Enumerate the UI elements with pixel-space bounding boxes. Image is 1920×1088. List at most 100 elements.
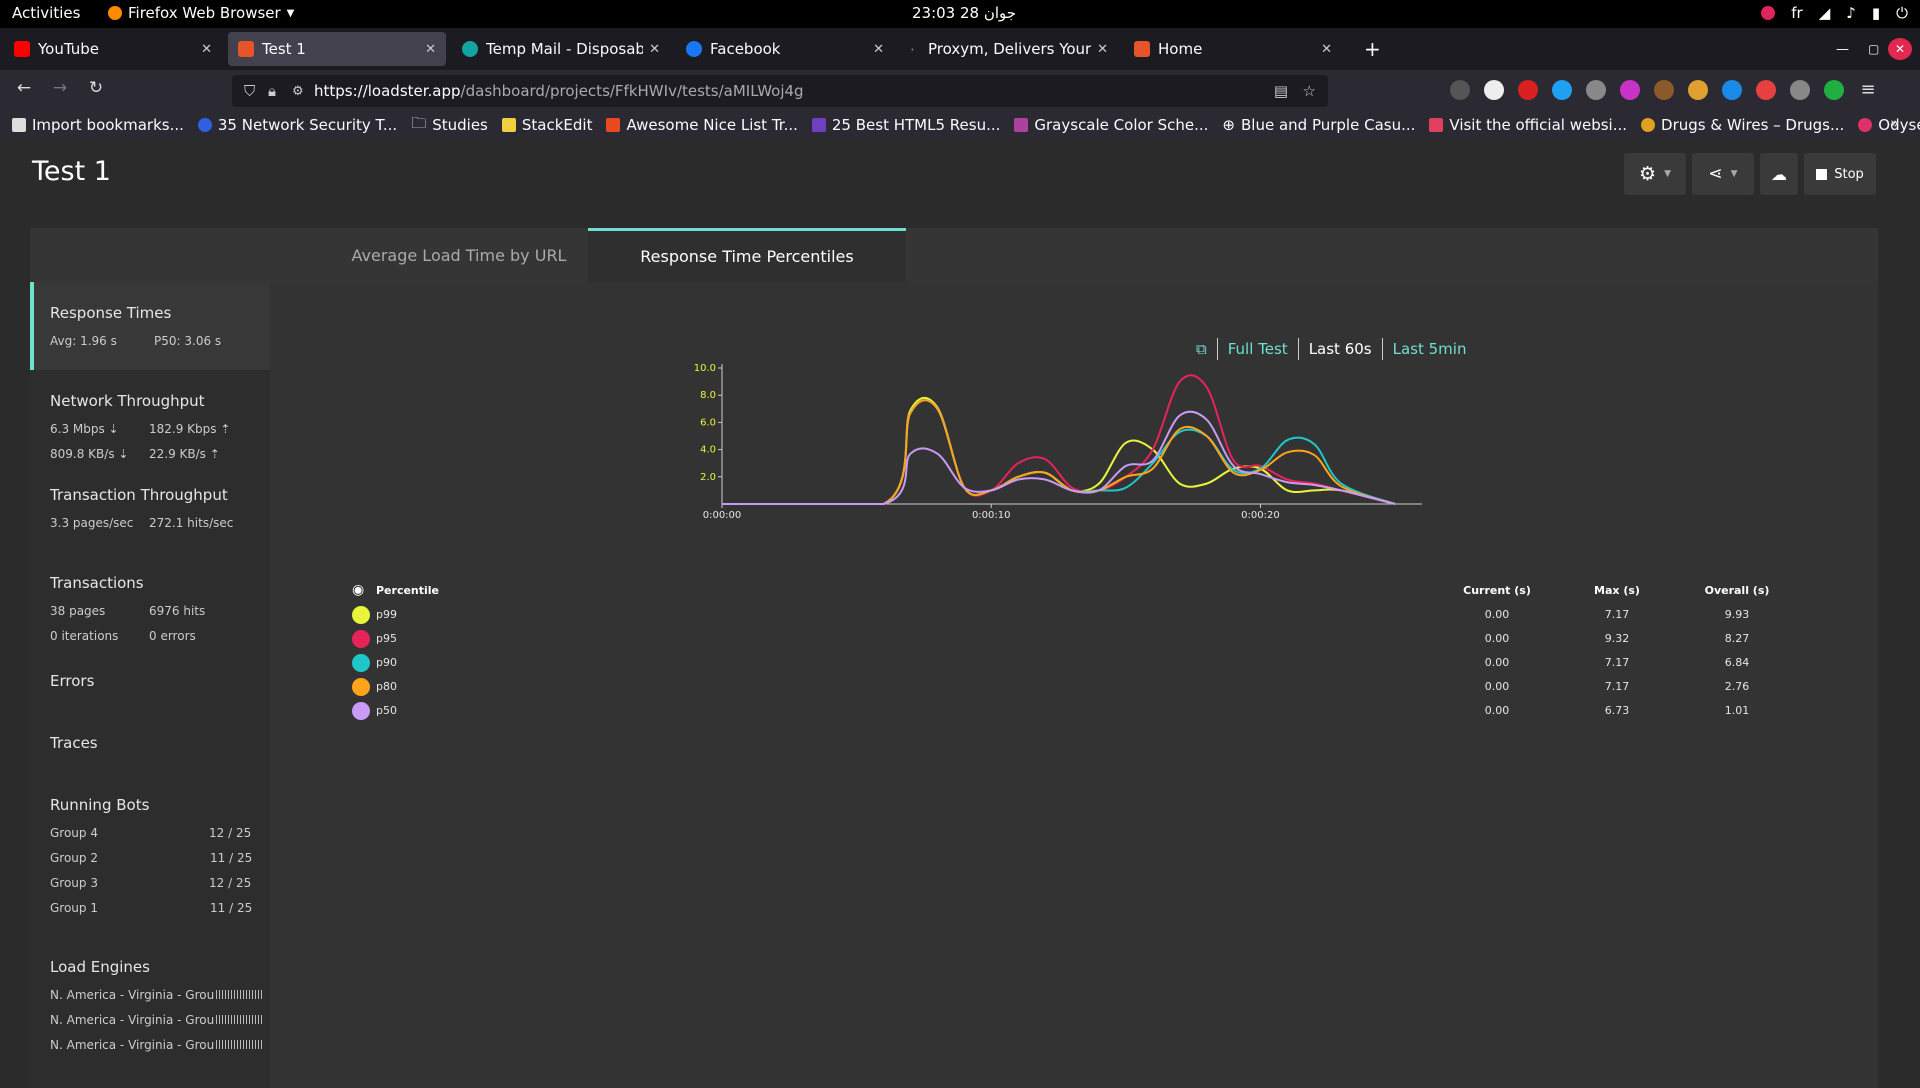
range-full-test[interactable]: Full Test [1228, 340, 1288, 358]
tab-youtube[interactable]: YouTube ✕ [4, 32, 222, 66]
series-color-dot[interactable] [352, 678, 370, 696]
tab-test-1[interactable]: Test 1 ✕ [228, 32, 446, 66]
activities-button[interactable]: Activities [12, 4, 80, 22]
close-icon[interactable]: ✕ [201, 42, 212, 57]
close-icon[interactable]: ✕ [873, 42, 884, 57]
tab-proxym[interactable]: · Proxym, Delivers Your Di ✕ [900, 32, 1118, 66]
bookmark-item[interactable]: Grayscale Color Sche... [1014, 116, 1208, 134]
legend-row-p90[interactable]: p90 0.00 7.17 6.84 [352, 654, 1749, 674]
bookmark-item[interactable]: Drugs & Wires – Drugs... [1641, 116, 1844, 134]
series-color-dot[interactable] [352, 702, 370, 720]
close-icon[interactable]: ✕ [425, 42, 436, 57]
tab-facebook[interactable]: Facebook ✕ [676, 32, 894, 66]
bookmark-item[interactable]: 35 Network Security T... [197, 116, 397, 134]
max-value: 9.32 [1604, 632, 1630, 645]
lang-indicator[interactable]: fr [1791, 4, 1802, 22]
extension-green-icon[interactable] [1824, 80, 1844, 100]
bookmark-item[interactable]: Visit the official websi... [1429, 116, 1627, 134]
sidebar-transactions[interactable]: Transactions 38 pages 6976 hits 0 iterat… [30, 552, 270, 648]
clock[interactable]: 23:03 28 جوان [912, 4, 1016, 22]
max-header: Max (s) [1594, 584, 1640, 597]
bookmark-item[interactable]: 25 Best HTML5 Resu... [811, 116, 1000, 134]
window-close-button[interactable]: ✕ [1888, 38, 1912, 60]
url-bar[interactable]: ⛉ 🔒︎ ⚙ https://loadster.app/dashboard/pr… [232, 75, 1328, 107]
eye-icon[interactable]: ◉ [352, 582, 364, 598]
stats-sidebar: Response Times Avg: 1.96 s P50: 3.06 s N… [30, 282, 270, 1088]
tab-average-load-time[interactable]: Average Load Time by URL [326, 228, 592, 282]
series-color-dot[interactable] [352, 606, 370, 624]
extension-gear-icon[interactable] [1790, 80, 1810, 100]
extension-react-icon[interactable] [1586, 80, 1606, 100]
maximize-button[interactable]: ▢ [1858, 32, 1879, 66]
bookmark-item[interactable]: Import bookmarks... [12, 116, 184, 134]
sidebar-transaction-throughput[interactable]: Transaction Throughput 3.3 pages/sec 272… [30, 466, 270, 546]
legend-row-p99[interactable]: p99 0.00 7.17 9.93 [352, 606, 1749, 626]
extension-cross-icon[interactable] [1756, 80, 1776, 100]
forward-button[interactable]: → [46, 78, 74, 104]
extension-c-icon[interactable] [1722, 80, 1742, 100]
tab-response-percentiles[interactable]: Response Time Percentiles [588, 228, 906, 282]
series-name: p95 [376, 632, 397, 645]
back-button[interactable]: ← [10, 78, 38, 104]
system-tray[interactable]: fr ◢ ♪ ▮ ⏻ [1761, 4, 1908, 22]
settings-button[interactable]: ⚙ ▼ [1624, 153, 1686, 195]
pocket-icon[interactable] [1450, 80, 1470, 100]
bookmark-item[interactable]: StackEdit [501, 116, 592, 134]
facebook-icon [686, 41, 702, 57]
close-icon[interactable]: ✕ [649, 42, 660, 57]
tab-home[interactable]: Home ✕ [1124, 32, 1342, 66]
percentile-chart[interactable]: 2.0 4.0 6.0 8.0 10.0 0:00:00 0:00:10 0:00:20 [682, 364, 1462, 524]
close-icon[interactable]: ✕ [1321, 42, 1332, 57]
tab-title: Home [1158, 40, 1203, 58]
legend-header: ◉ Percentile Current (s) Max (s) Overall… [352, 582, 1769, 602]
globe-icon: ⊕ [1222, 116, 1235, 134]
extension-red-icon[interactable] [1518, 80, 1538, 100]
hamburger-menu-icon[interactable]: ≡ [1858, 80, 1878, 100]
reader-view-icon[interactable]: ▤ [1274, 82, 1288, 100]
series-color-dot[interactable] [352, 654, 370, 672]
share-button[interactable]: ⋖ ▼ [1692, 153, 1754, 195]
url-text[interactable]: https://loadster.app/dashboard/projects/… [314, 82, 804, 100]
close-icon[interactable]: ✕ [1097, 42, 1108, 57]
engine-item: N. America - Virginia - Grou [50, 1038, 263, 1052]
sidebar-network-throughput[interactable]: Network Throughput 6.3 Mbps ⇣ 182.9 Kbps… [30, 370, 270, 461]
tab-temp-mail[interactable]: Temp Mail - Disposable T ✕ [452, 32, 670, 66]
legend-row-p80[interactable]: p80 0.00 7.17 2.76 [352, 678, 1749, 698]
bot-group-name: Group 1 [50, 901, 98, 915]
reload-button[interactable]: ↻ [82, 78, 110, 104]
loadster-icon [238, 41, 254, 57]
app-menu[interactable]: Firefox Web Browser ▼ [108, 4, 294, 22]
bookmark-item[interactable]: ⊕ Blue and Purple Casu... [1222, 116, 1415, 134]
minimize-button[interactable]: — [1826, 32, 1849, 66]
bookmark-item[interactable]: Awesome Nice List Tr... [606, 116, 798, 134]
sidebar-running-bots[interactable]: Running Bots Group 4 12 / 25 Group 2 11 … [30, 776, 270, 915]
sidebar-traces[interactable]: Traces [30, 714, 270, 764]
series-color-dot[interactable] [352, 630, 370, 648]
time-range-selector: ⧉ Full Test Last 60s Last 5min [1196, 338, 1466, 360]
fit-icon[interactable]: ⧉ [1196, 340, 1207, 358]
extension-orange-icon[interactable] [1688, 80, 1708, 100]
new-tab-button[interactable]: + [1354, 32, 1384, 66]
engine-item: N. America - Virginia - Grou [50, 1013, 263, 1027]
max-value: 7.17 [1604, 680, 1630, 693]
app-menu-label: Firefox Web Browser [128, 4, 281, 22]
extension-blue-icon[interactable] [1552, 80, 1572, 100]
range-last-5min[interactable]: Last 5min [1393, 340, 1467, 358]
legend-row-p95[interactable]: p95 0.00 9.32 8.27 [352, 630, 1749, 650]
sidebar-load-engines[interactable]: Load Engines N. America - Virginia - Gro… [30, 938, 270, 1088]
current-header: Current (s) [1463, 584, 1531, 597]
upload-button[interactable]: ☁ [1760, 153, 1798, 195]
extension-d-icon[interactable] [1484, 80, 1504, 100]
sidebar-response-times[interactable]: Response Times Avg: 1.96 s P50: 3.06 s [30, 282, 270, 370]
stop-button[interactable]: Stop [1804, 153, 1876, 195]
legend-row-p50[interactable]: p50 0.00 6.73 1.01 [352, 702, 1749, 722]
extension-h-icon[interactable] [1620, 80, 1640, 100]
bookmark-item[interactable]: 🗀 Studies [411, 113, 488, 138]
dnd-icon [1761, 6, 1776, 20]
range-last-60s[interactable]: Last 60s [1309, 340, 1372, 358]
bookmark-star-icon[interactable]: ☆ [1303, 82, 1316, 100]
bot-group-count: 12 / 25 [209, 876, 252, 890]
bookmarks-overflow-icon[interactable]: » [1890, 114, 1899, 132]
sidebar-errors[interactable]: Errors [30, 652, 270, 702]
extension-brown-icon[interactable] [1654, 80, 1674, 100]
